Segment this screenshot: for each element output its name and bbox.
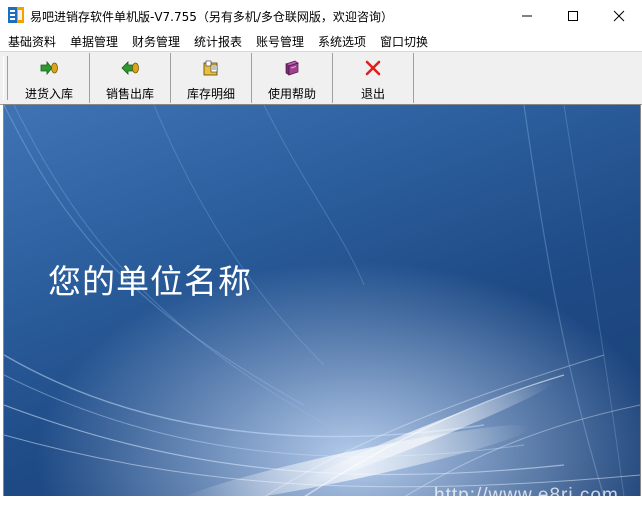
- menu-finance[interactable]: 财务管理: [132, 33, 180, 50]
- help-book-icon: [285, 60, 299, 76]
- title-bar[interactable]: 易吧进销存软件单机版-V7.755（另有多机/多仓联网版，欢迎咨询）: [0, 0, 642, 31]
- main-workspace: 您的单位名称 http://www.e8rj.com: [3, 104, 641, 497]
- menu-documents[interactable]: 单据管理: [70, 33, 118, 50]
- minimize-button[interactable]: [504, 0, 550, 31]
- menu-basic-data[interactable]: 基础资料: [8, 33, 56, 50]
- window-title: 易吧进销存软件单机版-V7.755（另有多机/多仓联网版，欢迎咨询）: [30, 10, 393, 24]
- close-icon: [613, 10, 625, 21]
- toolbar: 进货入库 销售出库 库存明细 使用帮助 退出: [0, 51, 642, 105]
- menu-reports[interactable]: 统计报表: [194, 33, 242, 50]
- minimize-icon: [522, 15, 532, 16]
- inventory-detail-button[interactable]: 库存明细: [171, 53, 252, 103]
- stock-in-label: 进货入库: [24, 87, 73, 101]
- exit-label: 退出: [360, 87, 385, 101]
- app-logo-icon: [8, 7, 24, 23]
- exit-button[interactable]: 退出: [333, 53, 414, 103]
- help-button[interactable]: 使用帮助: [252, 53, 333, 103]
- inventory-icon: [203, 60, 218, 76]
- toolbar-grip[interactable]: [3, 56, 8, 100]
- menu-bar: 基础资料 单据管理 财务管理 统计报表 账号管理 系统选项 窗口切换: [0, 31, 642, 51]
- stock-out-button[interactable]: 销售出库: [90, 53, 171, 103]
- company-name: 您的单位名称: [48, 262, 252, 301]
- stock-out-label: 销售出库: [105, 87, 154, 101]
- inventory-detail-label: 库存明细: [186, 87, 235, 101]
- status-strip: [0, 496, 642, 515]
- maximize-icon: [568, 10, 578, 21]
- close-button[interactable]: [596, 0, 642, 31]
- menu-accounts[interactable]: 账号管理: [256, 33, 304, 50]
- stock-in-button[interactable]: 进货入库: [9, 53, 90, 103]
- menu-system[interactable]: 系统选项: [318, 33, 366, 50]
- stock-in-icon: [40, 60, 58, 76]
- stock-out-icon: [121, 61, 139, 75]
- help-label: 使用帮助: [267, 87, 316, 101]
- maximize-button[interactable]: [550, 0, 596, 31]
- exit-x-icon: [365, 60, 381, 76]
- menu-window-switch[interactable]: 窗口切换: [380, 33, 428, 50]
